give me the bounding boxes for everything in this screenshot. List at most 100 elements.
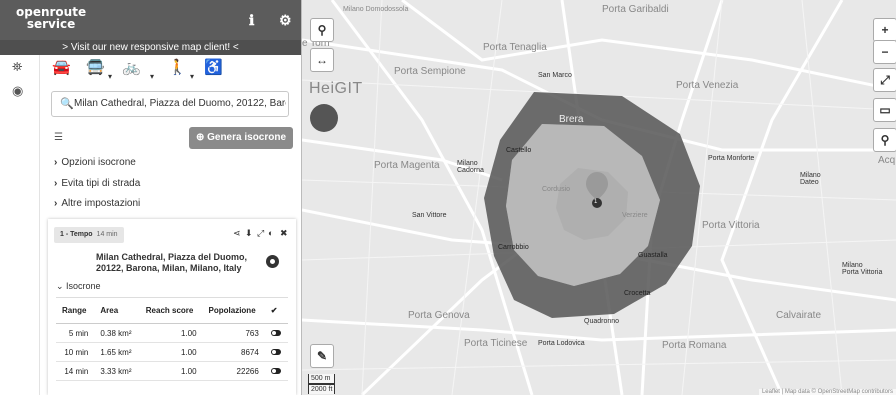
map-canvas [302, 0, 896, 395]
gear-icon[interactable]: ⚙ [279, 12, 292, 29]
label-carrobbio: Carrobbio [498, 244, 529, 251]
cell-area: 0.38 km² [94, 323, 140, 343]
cell-area: 3.33 km² [94, 361, 140, 381]
label-porta-romana: Porta Romana [662, 340, 727, 351]
truck-icon[interactable]: 🚍 [86, 58, 105, 76]
label-crocetta: Crocetta [624, 290, 651, 297]
label-verziere: Verziere [622, 212, 648, 219]
cell-range: 14 min [56, 361, 95, 381]
promo-link[interactable]: > Visit our new responsive map client! < [0, 40, 301, 55]
isochrone-table: Range Area Reach score Popolazione ✔ 5 m… [56, 297, 288, 381]
center-address: Milan Cathedral, Piazza del Duomo, 20122… [96, 252, 248, 273]
label-milano-domodossola: Milano Domodossola [343, 6, 409, 13]
wheelchair-icon[interactable]: ♿ [204, 58, 223, 76]
layers-button[interactable]: ▭ [873, 98, 896, 122]
chevron-down-icon[interactable]: ▾ [108, 72, 112, 81]
cell-population: 763 [202, 323, 265, 343]
expand-icon[interactable]: ⤢ [257, 228, 264, 239]
label-porta-lodovica: Porta Lodovica [538, 340, 585, 347]
table-header-row: Range Area Reach score Popolazione ✔ [56, 297, 288, 324]
label-acq: Acq [878, 155, 896, 166]
toggle-on-icon [270, 367, 281, 374]
label-milano-dateo: Milano Dateo [800, 172, 821, 186]
table-row: 5 min 0.38 km² 1.00 763 [56, 323, 288, 343]
visibility-toggle[interactable] [264, 323, 288, 343]
isochrones-collapse-toggle[interactable]: ⌄ Isocrone [56, 281, 101, 292]
chevron-down-icon[interactable]: ▾ [150, 72, 154, 81]
zoom-in-button[interactable]: + [873, 18, 896, 42]
cell-range: 10 min [56, 342, 95, 362]
search-icon: 🔍 [60, 98, 74, 110]
close-icon[interactable]: ✖ [280, 228, 288, 239]
walk-icon[interactable]: 🚶 [168, 58, 187, 76]
label-milano-cadorna: Milano Cadorna [457, 160, 484, 174]
col-reach: Reach score [139, 297, 203, 324]
generate-isochrones-button[interactable]: ⊕ Genera isocrone [189, 127, 293, 149]
car-icon[interactable]: 🚘 [52, 58, 71, 76]
search-input[interactable]: 🔍 Milan Cathedral, Piazza del Duomo, 201… [51, 91, 289, 117]
filter-icon[interactable]: ☰ [54, 132, 63, 143]
label-castello: Castello [506, 147, 532, 154]
travel-mode-bar: 🚘 🚍 ▾ 🚲 ▾ 🚶 ▾ ♿ [50, 58, 290, 82]
label-quadronno: Quadronno [584, 318, 620, 325]
isochrone-hover-marker [310, 104, 338, 132]
draw-button[interactable]: ✎ [310, 344, 334, 368]
map-view[interactable]: Milano Domodossola Porta Garibaldi e Tor… [302, 0, 896, 395]
label-calvairate: Calvairate [776, 310, 822, 321]
cell-area: 1.65 km² [94, 342, 140, 362]
avoid-road-types-toggle[interactable]: › Evita tipi di strada [54, 178, 140, 189]
label-porta-garibaldi: Porta Garibaldi [602, 4, 669, 15]
label-milano-porta-vittoria: Milano Porta Vittoria [842, 262, 883, 276]
label-porta-sempione: Porta Sempione [394, 66, 466, 77]
heigit-logo: HeiGIT [309, 80, 363, 97]
label-porta-venezia: Porta Venezia [676, 80, 739, 91]
marker-icon: ⚲ [880, 133, 890, 147]
info-icon[interactable]: ℹ [249, 12, 254, 29]
isochrone-options-toggle[interactable]: › Opzioni isocrone [54, 157, 136, 168]
range-chip: 1 - Tempo 14 min [54, 227, 124, 243]
label-porta-monforte: Porta Monforte [708, 155, 755, 162]
label-cordusio: Cordusio [542, 186, 571, 193]
label-brera: Brera [559, 114, 584, 125]
chevron-down-icon: ⌄ [56, 281, 67, 291]
binoculars-icon[interactable]: ⛯ [12, 59, 22, 75]
plus-icon: + [881, 23, 889, 37]
locate-pin-icon[interactable] [266, 255, 279, 268]
cell-reach: 1.00 [139, 323, 203, 343]
table-row: 10 min 1.65 km² 1.00 8674 [56, 342, 288, 362]
measure-icon: ↔ [316, 53, 328, 67]
app-header: openroute service ℹ ⚙ [0, 0, 301, 40]
measure-button[interactable]: ↔ [310, 48, 334, 72]
cell-population: 22266 [202, 361, 265, 381]
cell-range: 5 min [56, 323, 95, 343]
label-porta-vittoria: Porta Vittoria [702, 220, 760, 231]
pin-button[interactable]: ⚲ [873, 128, 896, 152]
cell-reach: 1.00 [139, 342, 203, 362]
bike-icon[interactable]: 🚲 [122, 58, 141, 76]
cell-reach: 1.00 [139, 361, 203, 381]
map-attribution[interactable]: Leaflet | Map data © OpenStreetMap contr… [758, 389, 896, 395]
chevron-right-icon: › [54, 198, 58, 209]
location-icon: ⚲ [317, 23, 327, 37]
map-icon: ▭ [879, 103, 891, 117]
visibility-toggle[interactable] [264, 361, 288, 381]
toggle-icon[interactable]: ◐ [268, 228, 273, 238]
chevron-right-icon: › [54, 178, 58, 189]
share-icon[interactable]: ⋖ [233, 228, 241, 239]
locate-button[interactable]: ⚲ [310, 18, 334, 42]
logo-line2: service [26, 17, 76, 31]
logo[interactable]: openroute service [16, 6, 86, 30]
label-porta-tenaglia: Porta Tenaglia [483, 42, 547, 53]
label-san-vittore: San Vittore [412, 212, 447, 219]
fullscreen-button[interactable]: ⤢ [873, 68, 896, 92]
pencil-icon: ✎ [316, 349, 328, 363]
download-icon[interactable]: ⬇ [245, 228, 253, 239]
other-settings-toggle[interactable]: › Altre impostazioni [54, 198, 140, 209]
visibility-toggle[interactable] [264, 342, 288, 362]
sidebar: openroute service ℹ ⚙ > Visit our new re… [0, 0, 302, 395]
chevron-down-icon[interactable]: ▾ [190, 72, 194, 81]
label-guastalla: Guastalla [638, 252, 668, 259]
isochrone-tab-icon[interactable]: ◉ [12, 83, 23, 99]
zoom-out-button[interactable]: − [873, 40, 896, 64]
label-porta-magenta: Porta Magenta [374, 160, 440, 171]
